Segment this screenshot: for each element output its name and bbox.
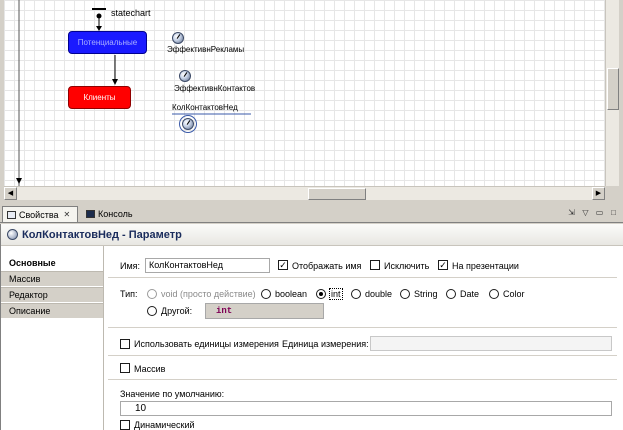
units-field[interactable]	[370, 336, 612, 351]
type-void-label: void (просто действие)	[161, 289, 256, 299]
parameter-label[interactable]: ЭффективнРекламы	[167, 45, 244, 54]
array-section: Массив	[108, 356, 617, 380]
type-color-label: Color	[503, 289, 525, 299]
default-value-label: Значение по умолчанию:	[120, 389, 225, 399]
state-clients[interactable]: Клиенты	[68, 86, 131, 109]
show-name-checkbox[interactable]: ✓	[278, 260, 288, 270]
type-date-label: Date	[460, 289, 480, 299]
vertical-scrollbar[interactable]	[605, 0, 619, 186]
parameter-label-selected[interactable]: КолКонтактовНед	[172, 103, 238, 112]
on-presentation-checkbox[interactable]: ✓	[438, 260, 448, 270]
type-double-label: double	[365, 289, 393, 299]
statechart-label[interactable]: statechart	[111, 8, 151, 18]
use-units-checkbox[interactable]	[120, 339, 130, 349]
dynamic-label: Динамический	[134, 420, 195, 430]
type-boolean-radio[interactable]	[261, 289, 271, 299]
diagram-canvas[interactable]: statechart Потенциальные Клиенты Эффекти…	[4, 0, 605, 186]
vertical-scroll-thumb[interactable]	[607, 68, 619, 110]
exclude-label: Исключить	[384, 261, 430, 271]
show-name-label: Отображать имя	[292, 261, 362, 271]
dynamic-checkbox[interactable]	[120, 420, 130, 430]
properties-title: КолКонтактовНед - Параметр	[22, 228, 182, 241]
type-int-label: int	[329, 288, 343, 300]
sidebar-item-array[interactable]: Массив	[1, 271, 103, 287]
type-other-field[interactable]: int	[205, 303, 324, 319]
diagram-pane: statechart Потенциальные Клиенты Эффекти…	[0, 0, 623, 202]
array-label: Массив	[134, 364, 166, 374]
type-color-radio[interactable]	[489, 289, 499, 299]
tab-properties-label: Свойства	[19, 209, 59, 220]
parameter-icon	[7, 229, 18, 240]
name-label: Имя:	[120, 261, 141, 271]
units-label: Единица измерения:	[282, 339, 369, 349]
view-toolbar: ⇲ ▽ ▭ □	[566, 207, 619, 218]
type-section: Тип: void (просто действие) boolean int …	[108, 278, 617, 328]
tab-console[interactable]: Консоль	[82, 206, 162, 222]
maximize-icon[interactable]: □	[608, 207, 619, 218]
type-double-radio[interactable]	[351, 289, 361, 299]
parameter-icon[interactable]	[172, 32, 184, 44]
console-icon	[86, 210, 95, 218]
view-tab-bar: Свойства ✕ Консоль ⇲ ▽ ▭ □	[0, 204, 623, 223]
horizontal-scrollbar[interactable]: ◀ ▶	[4, 186, 605, 200]
default-value-field[interactable]: 10	[120, 401, 612, 416]
horizontal-scroll-thumb[interactable]	[308, 188, 366, 200]
use-units-label: Использовать единицы измерения	[134, 339, 279, 349]
parameter-icon[interactable]	[179, 70, 191, 82]
state-potential[interactable]: Потенциальные	[68, 31, 147, 54]
default-value-section: Значение по умолчанию: 10 Динамический	[108, 380, 617, 430]
properties-form: Имя: КолКонтактовНед ✓ Отображать имя Ис…	[103, 246, 623, 430]
scroll-left-icon[interactable]: ◀	[4, 187, 17, 200]
units-section: Использовать единицы измерения Единица и…	[108, 328, 617, 356]
type-boolean-label: boolean	[275, 289, 308, 299]
type-other-radio[interactable]	[147, 306, 157, 316]
properties-header: КолКонтактовНед - Параметр	[1, 224, 623, 246]
tab-console-label: Консоль	[98, 209, 133, 219]
properties-icon	[7, 210, 16, 219]
type-date-radio[interactable]	[446, 289, 456, 299]
type-other-label: Другой:	[161, 306, 193, 316]
properties-sidebar: Основные Массив Редактор Описание	[1, 255, 103, 430]
type-void-radio	[147, 289, 157, 299]
close-icon[interactable]: ✕	[64, 210, 71, 219]
name-field[interactable]: КолКонтактовНед	[145, 258, 270, 273]
array-checkbox[interactable]	[120, 363, 130, 373]
scroll-right-icon[interactable]: ▶	[592, 187, 605, 200]
properties-view: КолКонтактовНед - Параметр Основные Масс…	[0, 224, 623, 430]
pin-icon[interactable]: ⇲	[566, 207, 577, 218]
type-label: Тип:	[120, 289, 138, 299]
type-int-radio[interactable]	[316, 289, 326, 299]
tab-properties[interactable]: Свойства ✕	[2, 206, 78, 222]
exclude-checkbox[interactable]	[370, 260, 380, 270]
on-presentation-label: На презентации	[452, 261, 519, 271]
parameter-icon-selected[interactable]	[182, 118, 194, 130]
view-menu-icon[interactable]: ▽	[580, 207, 591, 218]
type-string-radio[interactable]	[400, 289, 410, 299]
sidebar-item-main[interactable]: Основные	[1, 255, 103, 271]
sidebar-item-editor[interactable]: Редактор	[1, 287, 103, 303]
sidebar-item-description[interactable]: Описание	[1, 303, 103, 319]
minimize-icon[interactable]: ▭	[594, 207, 605, 218]
type-string-label: String	[414, 289, 438, 299]
parameter-label[interactable]: ЭффективнКонтактов	[174, 84, 255, 93]
name-section: Имя: КолКонтактовНед ✓ Отображать имя Ис…	[108, 246, 617, 278]
